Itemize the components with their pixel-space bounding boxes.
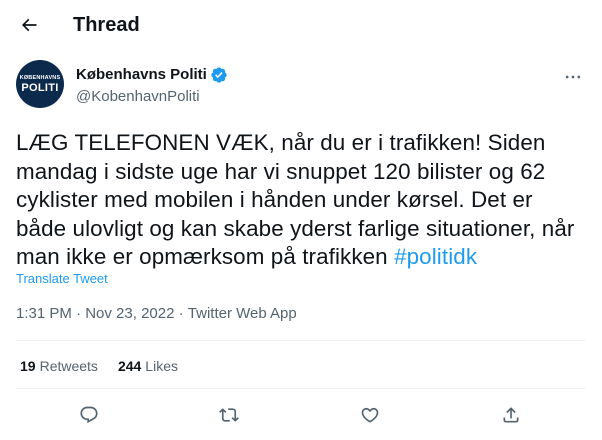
tweet-source[interactable]: Twitter Web App [188, 304, 297, 324]
share-button[interactable] [498, 402, 524, 428]
reply-icon [80, 406, 98, 424]
likes-count: 244 [117, 358, 142, 374]
tweet-body-text: LÆG TELEFONEN VÆK, når du er i trafikken… [16, 130, 575, 270]
tweet-time[interactable]: 1:31 PM [16, 304, 72, 324]
likes-stat[interactable]: 244 Likes [118, 356, 178, 376]
likes-label: Likes [145, 358, 178, 374]
retweets-count: 19 [20, 358, 36, 374]
author-handle[interactable]: @KobenhavnPoliti [76, 87, 200, 107]
reply-button[interactable] [76, 402, 102, 428]
tweet-stats: 19 Retweets 244 Likes [20, 356, 198, 376]
tweet-text: LÆG TELEFONEN VÆK, når du er i trafikken… [16, 129, 588, 272]
avatar[interactable]: KØBENHAVNS POLITI [16, 60, 64, 108]
retweets-label: Retweets [39, 358, 98, 374]
more-options-button[interactable] [560, 64, 586, 90]
retweet-button[interactable] [216, 402, 242, 428]
divider [16, 340, 586, 341]
share-icon [503, 407, 519, 423]
meta-separator: · [71, 305, 86, 322]
like-button[interactable] [357, 402, 383, 428]
thread-header: Thread [0, 0, 602, 52]
retweets-stat[interactable]: 19 Retweets [20, 356, 98, 376]
retweet-icon [219, 408, 239, 422]
avatar-logo-top-text: KØBENHAVNS [19, 74, 61, 81]
divider [16, 388, 586, 389]
page-title: Thread [73, 14, 140, 36]
like-icon [361, 407, 379, 423]
back-button[interactable] [12, 8, 46, 42]
verified-badge-icon [211, 67, 227, 83]
author-display-name[interactable]: Københavns Politi [76, 65, 207, 85]
more-horizontal-icon [565, 75, 581, 79]
hashtag-link[interactable]: #politidk [394, 244, 477, 269]
avatar-logo-main-text: POLITI [21, 81, 59, 94]
meta-separator: · [174, 305, 188, 322]
tweet-date[interactable]: Nov 23, 2022 [85, 304, 174, 324]
tweet-action-bar [0, 400, 602, 430]
author-name-row: Københavns Politi [76, 65, 228, 85]
tweet-metadata: 1:31 PM · Nov 23, 2022 · Twitter Web App [16, 304, 297, 324]
arrow-left-icon [21, 18, 37, 32]
translate-tweet-link[interactable]: Translate Tweet [16, 271, 108, 287]
